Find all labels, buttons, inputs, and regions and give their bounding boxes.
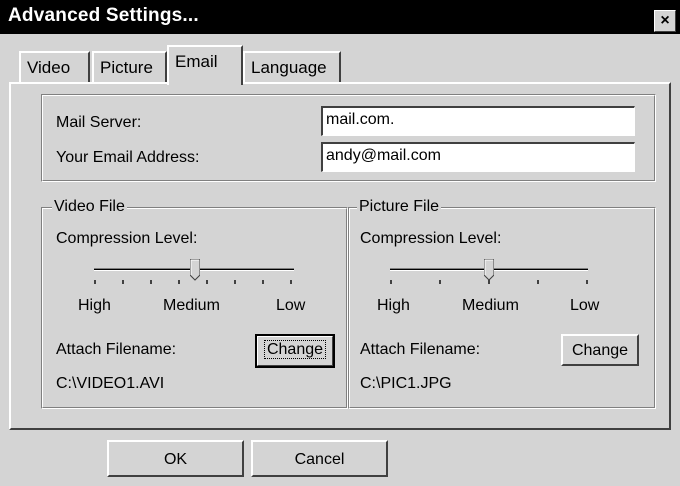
cancel-button[interactable]: Cancel: [251, 440, 388, 477]
close-button[interactable]: ×: [654, 10, 676, 32]
ok-button[interactable]: OK: [107, 440, 244, 477]
tab-language[interactable]: Language: [243, 51, 341, 83]
picture-compression-label: Compression Level:: [360, 230, 502, 247]
tab-picture[interactable]: Picture: [92, 51, 167, 83]
mail-server-input[interactable]: mail.com.: [321, 106, 635, 136]
picture-tick-low: Low: [570, 297, 600, 314]
video-tick-high: High: [78, 297, 111, 314]
video-change-button[interactable]: Change: [255, 334, 335, 368]
tab-video[interactable]: Video: [19, 51, 90, 83]
video-slider-thumb[interactable]: [190, 259, 200, 281]
email-address-input[interactable]: andy@mail.com: [321, 142, 635, 172]
video-filename: C:\VIDEO1.AVI: [56, 375, 165, 392]
picture-attach-label: Attach Filename:: [360, 341, 481, 358]
video-file-legend: Video File: [52, 198, 127, 216]
tab-email[interactable]: Email: [167, 45, 243, 85]
video-compression-slider[interactable]: [88, 258, 300, 292]
picture-change-button[interactable]: Change: [561, 334, 639, 366]
picture-slider-thumb[interactable]: [484, 259, 494, 281]
window-title: Advanced Settings...: [8, 5, 199, 26]
video-compression-label: Compression Level:: [56, 230, 198, 247]
title-bar: Advanced Settings... ×: [0, 0, 680, 34]
email-address-label: Your Email Address:: [56, 149, 200, 166]
mail-server-label: Mail Server:: [56, 114, 142, 131]
video-tick-low: Low: [276, 297, 306, 314]
video-attach-label: Attach Filename:: [56, 341, 177, 358]
video-tick-medium: Medium: [163, 297, 220, 314]
picture-tick-medium: Medium: [462, 297, 519, 314]
picture-filename: C:\PIC1.JPG: [360, 375, 452, 392]
close-icon: ×: [660, 12, 670, 29]
picture-compression-slider[interactable]: [384, 258, 594, 292]
picture-tick-high: High: [377, 297, 410, 314]
picture-file-legend: Picture File: [357, 198, 442, 216]
